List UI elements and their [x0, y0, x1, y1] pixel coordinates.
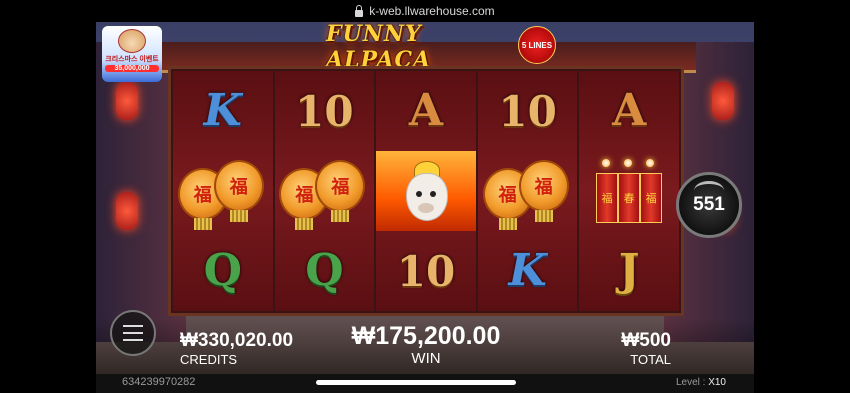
lantern-icon: 福	[315, 160, 366, 222]
lanterns-symbol-icon: 福福	[279, 158, 369, 230]
hanging-lantern	[116, 192, 138, 230]
lock-icon	[355, 4, 364, 17]
symbol-q: Q	[305, 245, 344, 296]
reel-grid: K 福福 Q 10 福福 Q A 10 10 福福 K A 福春福 J	[173, 71, 679, 311]
tassel-icon	[534, 210, 553, 222]
lanterns-symbol-icon: 福福	[482, 158, 573, 230]
hanging-lantern	[712, 82, 734, 120]
spark-icon	[624, 159, 633, 167]
tassel-icon	[331, 210, 350, 222]
firecracker-icon: 福	[640, 173, 663, 223]
home-indicator[interactable]	[316, 380, 516, 385]
level-label: Level :	[675, 377, 706, 388]
reel-cell: K	[173, 71, 273, 151]
alpaca-snout	[417, 203, 434, 213]
reel-cell	[376, 151, 476, 231]
game-title: FUNNY ALPACA	[326, 22, 432, 73]
lantern-icon: 福	[518, 160, 569, 222]
credits-label: CREDITS	[180, 352, 238, 367]
reel-cell: A	[376, 71, 476, 151]
hanging-lantern	[116, 82, 138, 120]
reel-cell: Q	[173, 231, 273, 311]
reel-cell: Q	[275, 231, 375, 311]
alpaca-eye-r	[429, 191, 436, 197]
firecrackers-symbol-icon: 福春福	[594, 159, 664, 223]
autospin-button[interactable]: 551	[676, 172, 742, 238]
firecracker-icon: 福	[596, 173, 619, 223]
alpaca-wild-icon	[392, 155, 460, 227]
reel-frame: K 福福 Q 10 福福 Q A 10 10 福福 K A 福春福 J	[168, 66, 684, 316]
promo-amount: 35,000,000	[105, 65, 159, 72]
browser-url-bar[interactable]: k-web.llwarehouse.com	[0, 0, 850, 22]
symbol-10: 10	[295, 86, 354, 136]
reel-column: A福春福J	[579, 71, 679, 311]
firecracker-icon: 春	[618, 173, 641, 223]
reel-column: K 福福 Q	[173, 71, 273, 311]
lanterns-symbol-icon: 福福	[177, 158, 268, 230]
promo-text: 크리스마스 이벤트	[105, 56, 159, 63]
level-indicator: Level : X10	[676, 377, 726, 388]
reel-cell: 福福	[173, 151, 273, 231]
hamburger-line	[123, 332, 143, 334]
symbol-a: A	[612, 85, 647, 136]
lines-badge-text: 5 LINES	[521, 40, 553, 50]
hamburger-line	[123, 339, 143, 341]
tassel-icon	[193, 218, 212, 230]
spark-icon	[602, 159, 611, 167]
reel-cell: 福福	[478, 151, 578, 231]
tassel-icon	[229, 210, 248, 222]
alpaca-eye-l	[415, 191, 422, 197]
reel-column: 10 福福 Q	[274, 71, 375, 311]
reel-cell: 10	[478, 71, 578, 151]
total-bet-label: TOTAL	[630, 352, 671, 367]
santa-mascot-icon	[118, 29, 146, 53]
reel-cell: 福春福	[579, 151, 679, 231]
symbol-j: J	[618, 245, 640, 296]
reel-column: A 10	[376, 71, 476, 311]
lantern-icon: 福	[213, 160, 264, 222]
game-canvas: 크리스마스 이벤트 35,000,000 FUNNY ALPACA 5 LINE…	[96, 22, 754, 393]
hamburger-line	[123, 325, 143, 327]
level-value: X10	[708, 377, 726, 388]
symbol-10: 10	[498, 86, 557, 136]
alpaca-head	[405, 173, 448, 221]
url-text: k-web.llwarehouse.com	[369, 4, 495, 18]
promo-banner[interactable]: 크리스마스 이벤트 35,000,000	[102, 26, 162, 82]
session-id: 634239970282	[122, 376, 196, 388]
win-value: ₩175,200.00	[351, 322, 501, 350]
reel-column: 10 福福 K	[477, 71, 578, 311]
credits-value: ₩330,020.00	[180, 330, 294, 351]
win-label: WIN	[411, 350, 441, 367]
symbol-10: 10	[396, 246, 456, 296]
spark-icon	[646, 159, 655, 167]
symbol-k: K	[203, 85, 242, 136]
tassel-icon	[498, 218, 517, 230]
symbol-k: K	[508, 245, 547, 296]
symbol-q: Q	[203, 245, 242, 296]
refresh-arrow-icon	[694, 181, 724, 200]
reel-cell: 福福	[275, 151, 375, 231]
reel-cell: K	[478, 231, 578, 311]
reel-cell: 10	[275, 71, 375, 151]
reel-cell: 10	[376, 231, 476, 311]
menu-button[interactable]	[110, 310, 156, 356]
lines-badge: 5 LINES	[518, 26, 556, 64]
tassel-icon	[295, 218, 314, 230]
symbol-a: A	[408, 85, 444, 136]
reel-cell: A	[579, 71, 679, 151]
total-bet-value[interactable]: ₩500	[601, 330, 671, 352]
reel-cell: J	[579, 231, 679, 311]
